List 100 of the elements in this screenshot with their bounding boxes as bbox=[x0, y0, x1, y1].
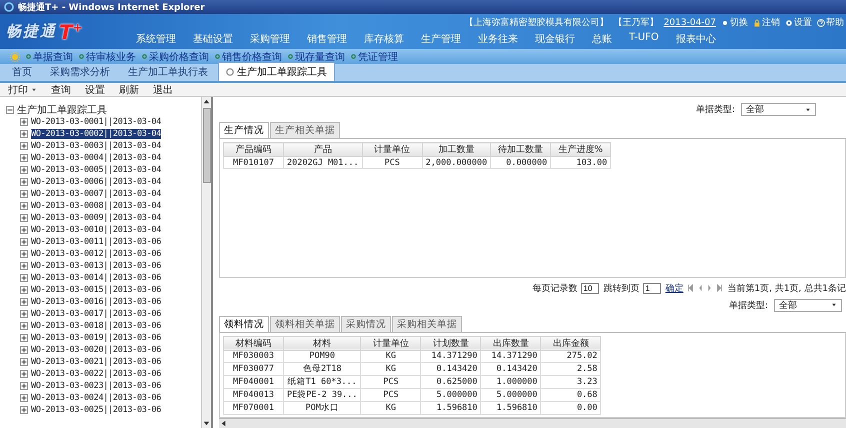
page-size-field[interactable]: 10 bbox=[581, 282, 600, 294]
type-select[interactable]: 全部 bbox=[774, 298, 842, 312]
tree-node[interactable]: WO-2013-03-0004||2013-03-04 bbox=[31, 153, 162, 163]
date-link[interactable]: 2013-04-07 bbox=[664, 18, 716, 28]
quick-link[interactable]: 销售价格查询 bbox=[215, 50, 282, 64]
toolbar-button[interactable]: 刷新 bbox=[119, 82, 139, 96]
nav-item[interactable]: 现金银行 bbox=[535, 32, 575, 46]
type-select[interactable]: 全部 bbox=[741, 103, 816, 116]
tab[interactable]: 领料情况 bbox=[219, 316, 269, 332]
tree-node[interactable]: WO-2013-03-0001||2013-03-04 bbox=[31, 117, 162, 127]
tree-node[interactable]: WO-2013-03-0003||2013-03-04 bbox=[31, 141, 162, 151]
header-action[interactable]: 切换 bbox=[721, 16, 748, 29]
expand-icon[interactable] bbox=[20, 358, 28, 366]
expand-icon[interactable] bbox=[20, 310, 28, 318]
expand-icon[interactable] bbox=[20, 322, 28, 330]
expand-icon[interactable] bbox=[20, 298, 28, 306]
expand-icon[interactable] bbox=[20, 130, 28, 138]
scrollbar[interactable] bbox=[201, 97, 211, 428]
toolbar-button[interactable]: 设置 bbox=[85, 82, 105, 96]
header-action[interactable]: 设置 bbox=[785, 16, 812, 29]
nav-item[interactable]: 报表中心 bbox=[676, 32, 716, 46]
tree-node[interactable]: WO-2013-03-0009||2013-03-04 bbox=[31, 213, 162, 223]
tree-node[interactable]: WO-2013-03-0008||2013-03-04 bbox=[31, 201, 162, 211]
expand-icon[interactable] bbox=[20, 166, 28, 174]
tab[interactable]: 采购相关单据 bbox=[392, 316, 462, 332]
tab[interactable]: 生产加工单跟踪工具 bbox=[218, 62, 335, 81]
tree-node[interactable]: WO-2013-03-0005||2013-03-04 bbox=[31, 165, 162, 175]
page-field[interactable]: 1 bbox=[643, 282, 662, 294]
collapse-icon[interactable] bbox=[6, 106, 14, 114]
expand-icon[interactable] bbox=[20, 274, 28, 282]
expand-icon[interactable] bbox=[20, 334, 28, 342]
tree-node[interactable]: WO-2013-03-0013||2013-03-06 bbox=[31, 261, 162, 271]
table-cell: PCS bbox=[360, 375, 421, 388]
toolbar-button[interactable]: 查询 bbox=[51, 82, 71, 96]
tree-node[interactable]: WO-2013-03-0002||2013-03-04 bbox=[31, 129, 162, 139]
expand-icon[interactable] bbox=[20, 238, 28, 246]
plus-icon bbox=[21, 167, 27, 173]
nav-item[interactable]: 采购管理 bbox=[250, 32, 290, 46]
nav-item[interactable]: 生产管理 bbox=[421, 32, 461, 46]
quick-link[interactable]: 待审核业务 bbox=[79, 50, 136, 64]
page-size-label: 每页记录数 bbox=[532, 282, 578, 295]
nav-item[interactable]: T-UFO bbox=[629, 32, 659, 46]
tree-node[interactable]: WO-2013-03-0012||2013-03-06 bbox=[31, 249, 162, 259]
tree-node[interactable]: WO-2013-03-0011||2013-03-06 bbox=[31, 237, 162, 247]
tree-node[interactable]: WO-2013-03-0019||2013-03-06 bbox=[31, 333, 162, 343]
expand-icon[interactable] bbox=[20, 406, 28, 414]
tree-node[interactable]: WO-2013-03-0014||2013-03-06 bbox=[31, 273, 162, 283]
expand-icon[interactable] bbox=[20, 286, 28, 294]
expand-icon[interactable] bbox=[20, 262, 28, 270]
quick-link[interactable]: 采购价格查询 bbox=[142, 50, 209, 64]
nav-item[interactable]: 业务往来 bbox=[478, 32, 518, 46]
page-status: 当前第1页, 共1页, 总共1条记 bbox=[727, 282, 846, 295]
quick-link[interactable]: 现存量查询 bbox=[288, 50, 345, 64]
tree-node[interactable]: WO-2013-03-0016||2013-03-06 bbox=[31, 297, 162, 307]
tab[interactable]: 生产相关单据 bbox=[270, 122, 340, 138]
expand-icon[interactable] bbox=[20, 178, 28, 186]
nav-item[interactable]: 总账 bbox=[592, 32, 612, 46]
tree-node[interactable]: WO-2013-03-0015||2013-03-06 bbox=[31, 285, 162, 295]
tree-node[interactable]: WO-2013-03-0025||2013-03-06 bbox=[31, 405, 162, 415]
tab[interactable]: 采购需求分析 bbox=[42, 62, 118, 81]
scroll-thumb[interactable] bbox=[203, 108, 211, 183]
expand-icon[interactable] bbox=[20, 202, 28, 210]
tree-node[interactable]: WO-2013-03-0023||2013-03-06 bbox=[31, 381, 162, 391]
expand-icon[interactable] bbox=[20, 394, 28, 402]
nav-item[interactable]: 系统管理 bbox=[136, 32, 176, 46]
tree-node[interactable]: WO-2013-03-0024||2013-03-06 bbox=[31, 393, 162, 403]
expand-icon[interactable] bbox=[20, 370, 28, 378]
expand-icon[interactable] bbox=[20, 250, 28, 258]
header-action[interactable]: 帮助 bbox=[817, 16, 844, 29]
nav-item[interactable]: 基础设置 bbox=[193, 32, 233, 46]
tree-node[interactable]: WO-2013-03-0006||2013-03-04 bbox=[31, 177, 162, 187]
header-action[interactable]: 注销 bbox=[753, 16, 780, 29]
expand-icon[interactable] bbox=[20, 214, 28, 222]
expand-icon[interactable] bbox=[20, 382, 28, 390]
expand-icon[interactable] bbox=[20, 346, 28, 354]
tab[interactable]: 采购情况 bbox=[341, 316, 391, 332]
toolbar-button[interactable]: 退出 bbox=[153, 82, 173, 96]
toolbar-button[interactable]: 打印 bbox=[8, 82, 37, 96]
tab[interactable]: 领料相关单据 bbox=[270, 316, 340, 332]
tree-node[interactable]: 生产加工单跟踪工具 bbox=[17, 102, 107, 116]
tree-node[interactable]: WO-2013-03-0022||2013-03-06 bbox=[31, 369, 162, 379]
tab[interactable]: 首页 bbox=[4, 62, 40, 81]
tab[interactable]: 生产情况 bbox=[219, 122, 269, 138]
expand-icon[interactable] bbox=[20, 226, 28, 234]
tree-node[interactable]: WO-2013-03-0017||2013-03-06 bbox=[31, 309, 162, 319]
expand-icon[interactable] bbox=[20, 190, 28, 198]
expand-icon[interactable] bbox=[20, 118, 28, 126]
quick-link[interactable]: 凭证管理 bbox=[351, 50, 398, 64]
quick-link[interactable]: 单据查询 bbox=[26, 50, 73, 64]
tree-node[interactable]: WO-2013-03-0020||2013-03-06 bbox=[31, 345, 162, 355]
tree-node[interactable]: WO-2013-03-0021||2013-03-06 bbox=[31, 357, 162, 367]
scrollbar[interactable] bbox=[219, 418, 846, 428]
tree-node[interactable]: WO-2013-03-0018||2013-03-06 bbox=[31, 321, 162, 331]
tree-node[interactable]: WO-2013-03-0007||2013-03-04 bbox=[31, 189, 162, 199]
confirm-link[interactable]: 确定 bbox=[665, 282, 684, 295]
expand-icon[interactable] bbox=[20, 154, 28, 162]
expand-icon[interactable] bbox=[20, 142, 28, 150]
tab[interactable]: 生产加工单执行表 bbox=[120, 62, 216, 81]
tree-node[interactable]: WO-2013-03-0010||2013-03-04 bbox=[31, 225, 162, 235]
table-cell: 1.596810 bbox=[480, 401, 541, 414]
